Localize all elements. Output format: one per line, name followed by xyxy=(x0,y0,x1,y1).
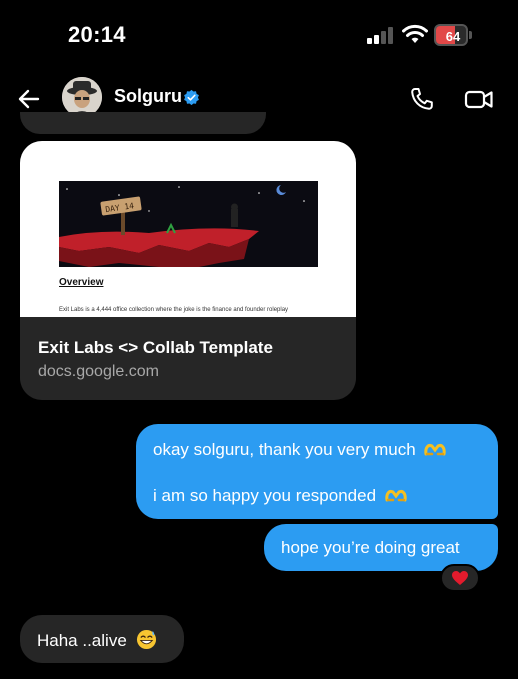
link-preview-card[interactable]: DAY 14 Overview Exit Labs is a 4,444 off… xyxy=(20,141,356,400)
battery-percent: 64 xyxy=(445,29,461,44)
battery-icon: 64 xyxy=(434,24,472,46)
link-domain: docs.google.com xyxy=(38,363,159,380)
previous-message-bubble xyxy=(20,112,266,134)
grinning-sweat-emoji-icon xyxy=(136,629,156,650)
wifi-icon xyxy=(402,24,428,43)
heart-hands-emoji-icon xyxy=(424,444,447,456)
message-line: Haha ..alive xyxy=(37,629,157,651)
sent-message-bubble[interactable]: okay solguru, thank you very much i am s… xyxy=(136,424,498,519)
contact-name[interactable]: Solguru xyxy=(114,86,182,107)
phone-icon[interactable] xyxy=(409,86,435,112)
status-bar: 20:14 64 xyxy=(0,0,518,70)
heart-icon xyxy=(452,571,468,585)
verified-badge-icon xyxy=(184,89,199,106)
message-text: okay solguru, thank you very much xyxy=(153,440,416,459)
document-banner-image: DAY 14 xyxy=(59,181,318,267)
heart-reaction-badge[interactable] xyxy=(440,564,480,592)
document-preview: DAY 14 Overview Exit Labs is a 4,444 off… xyxy=(20,141,356,317)
document-body-text: Exit Labs is a 4,444 office collection w… xyxy=(59,307,289,313)
message-line: i am so happy you responded xyxy=(153,486,407,506)
arrow-left-icon[interactable] xyxy=(16,86,42,112)
document-heading: Overview xyxy=(59,277,104,288)
message-text: i am so happy you responded xyxy=(153,486,377,505)
status-time: 20:14 xyxy=(68,22,126,47)
link-title: Exit Labs <> Collab Template xyxy=(38,338,273,357)
avatar[interactable] xyxy=(62,77,102,117)
heart-hands-emoji-icon xyxy=(385,490,407,502)
video-camera-icon[interactable] xyxy=(464,86,494,112)
message-text: Haha ..alive xyxy=(37,631,127,650)
received-message-bubble[interactable]: Haha ..alive xyxy=(20,615,184,663)
message-line: okay solguru, thank you very much xyxy=(153,440,447,460)
cellular-signal-icon xyxy=(367,26,395,44)
message-text: hope you’re doing great xyxy=(281,538,460,557)
